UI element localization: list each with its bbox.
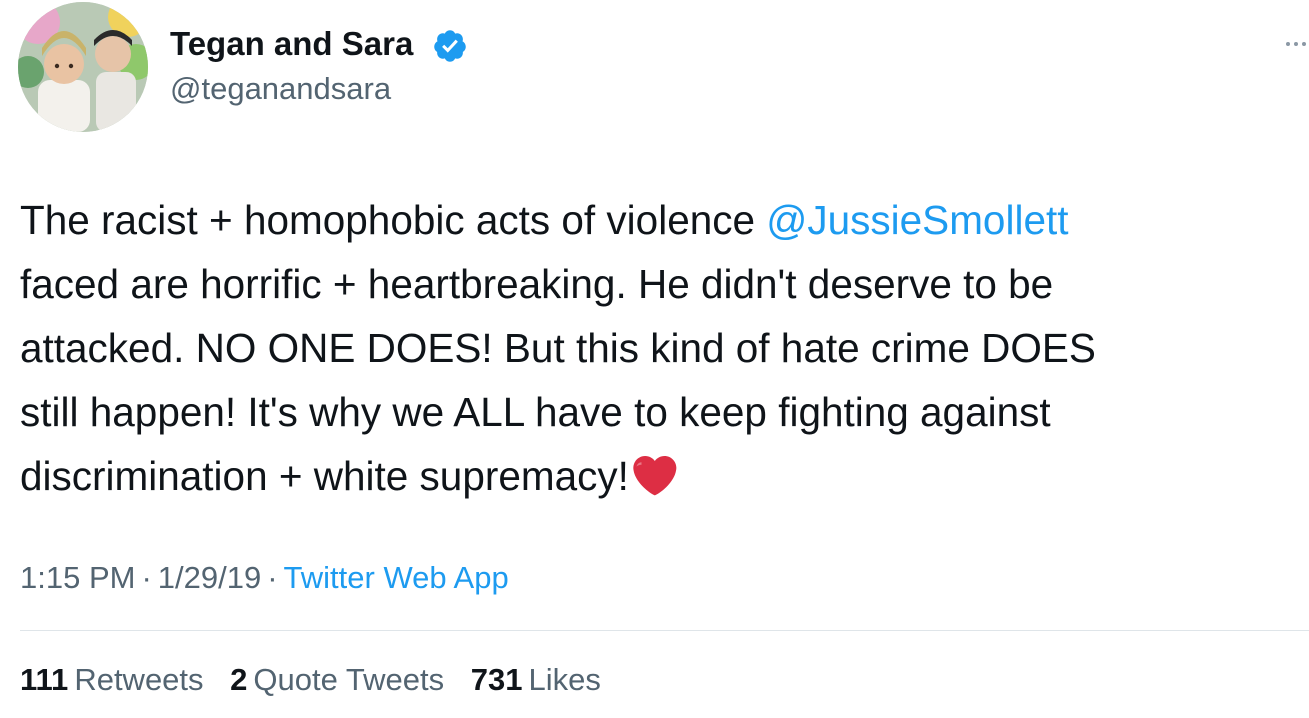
quote-tweets-count: 2 bbox=[230, 662, 248, 697]
avatar-photo bbox=[18, 2, 148, 132]
tweet-stats: 111 Retweets 2 Quote Tweets 731 Likes bbox=[20, 660, 619, 700]
retweets-label: Retweets bbox=[74, 662, 204, 697]
tweet-text-rest: faced are horrific + heartbreaking. He d… bbox=[20, 261, 1096, 499]
likes-stat[interactable]: 731 Likes bbox=[471, 662, 601, 697]
tweet-date[interactable]: 1/29/19 bbox=[158, 560, 261, 595]
heart-emoji-icon bbox=[633, 456, 677, 496]
tweet-time[interactable]: 1:15 PM bbox=[20, 560, 135, 595]
meta-separator: · bbox=[267, 560, 278, 595]
tweet-meta: 1:15 PM · 1/29/19 · Twitter Web App bbox=[20, 558, 509, 598]
tweet-text: The racist + homophobic acts of violence… bbox=[20, 188, 1309, 508]
mention-link[interactable]: @JussieSmollett bbox=[766, 197, 1068, 243]
retweets-stat[interactable]: 111 Retweets bbox=[20, 662, 204, 697]
quote-tweets-stat[interactable]: 2 Quote Tweets bbox=[230, 662, 444, 697]
tweet-card: Tegan and Sara @teganandsara The racist … bbox=[0, 0, 1309, 718]
author-avatar[interactable] bbox=[18, 2, 148, 132]
more-options-icon[interactable] bbox=[1283, 34, 1309, 54]
likes-label: Likes bbox=[528, 662, 601, 697]
likes-count: 731 bbox=[470, 662, 523, 697]
retweets-count: 111 bbox=[20, 662, 69, 697]
author-handle[interactable]: @teganandsara bbox=[170, 70, 391, 108]
quote-tweets-label: Quote Tweets bbox=[253, 662, 445, 697]
author-display-name[interactable]: Tegan and Sara bbox=[170, 24, 413, 64]
meta-separator: · bbox=[141, 560, 152, 595]
verified-badge-icon bbox=[434, 30, 466, 62]
divider bbox=[20, 630, 1309, 631]
tweet-source-link[interactable]: Twitter Web App bbox=[284, 560, 509, 595]
tweet-text-intro: The racist + homophobic acts of violence bbox=[20, 197, 767, 243]
